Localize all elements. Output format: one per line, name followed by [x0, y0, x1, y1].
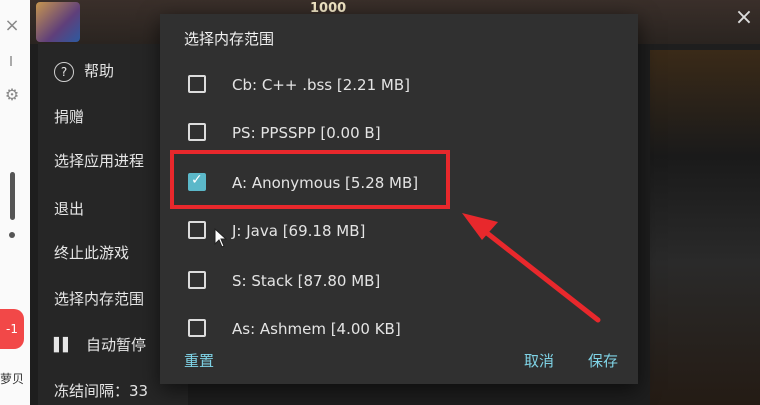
annotation-arrow-icon	[462, 213, 601, 323]
cursor-icon	[214, 228, 228, 248]
